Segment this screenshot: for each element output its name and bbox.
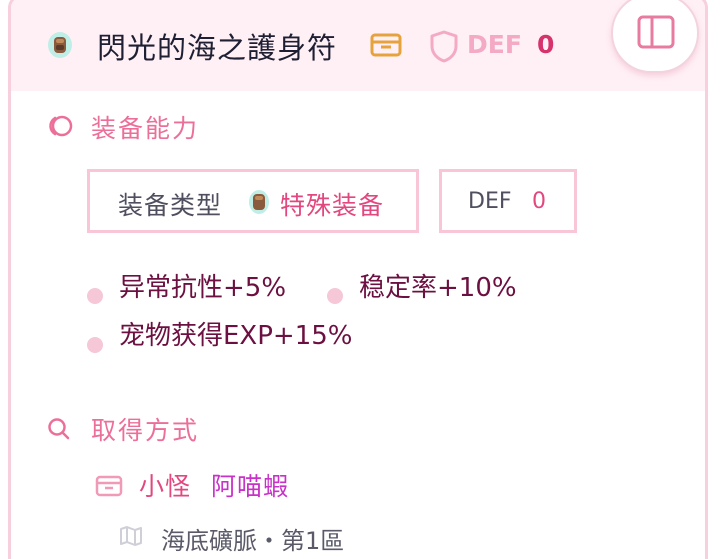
toggle-panel-button[interactable] — [611, 0, 699, 73]
card-header: 閃光的海之護身符 DEF 0 — [11, 0, 705, 91]
bullet-dot — [87, 288, 103, 304]
source-monster-link[interactable]: 阿喵蝦 — [211, 467, 289, 503]
amulet-icon — [249, 190, 269, 214]
search-icon — [48, 418, 70, 440]
bullet-dot — [327, 288, 343, 304]
map-icon — [120, 526, 142, 546]
header-def-label: DEF — [467, 30, 522, 59]
stat-item: 异常抗性+5% — [119, 273, 287, 303]
bullet-dot — [87, 337, 103, 353]
def-stat-value: 0 — [532, 189, 546, 214]
location-text[interactable]: 海底礦脈・第1區 — [161, 521, 344, 556]
source-section-title: 取得方式 — [91, 416, 200, 445]
def-stat-label: DEF — [468, 189, 512, 214]
equipment-type-box: 装备类型 特殊装备 — [87, 169, 419, 233]
header-def-value: 0 — [537, 30, 555, 59]
box-icon — [370, 33, 402, 57]
box-icon — [95, 475, 123, 497]
equipment-type-label: 装备类型 — [118, 191, 223, 220]
source-type: 小怪 — [139, 472, 192, 501]
swirl-icon — [49, 115, 73, 137]
amulet-icon — [48, 32, 72, 58]
sidebar-panel-icon — [637, 15, 675, 49]
item-title: 閃光的海之護身符 — [97, 31, 338, 65]
def-stat-box: DEF 0 — [439, 169, 577, 233]
ability-section-title: 装备能力 — [91, 114, 200, 143]
stat-item: 宠物获得EXP+15% — [119, 321, 353, 351]
equipment-type-value: 特殊装备 — [280, 191, 385, 220]
shield-icon — [430, 30, 458, 63]
stat-item: 稳定率+10% — [359, 273, 517, 303]
item-detail-card: 閃光的海之護身符 DEF 0 装备能力 装备类型 特殊装备 DEF 0 异常抗性… — [8, 0, 708, 559]
